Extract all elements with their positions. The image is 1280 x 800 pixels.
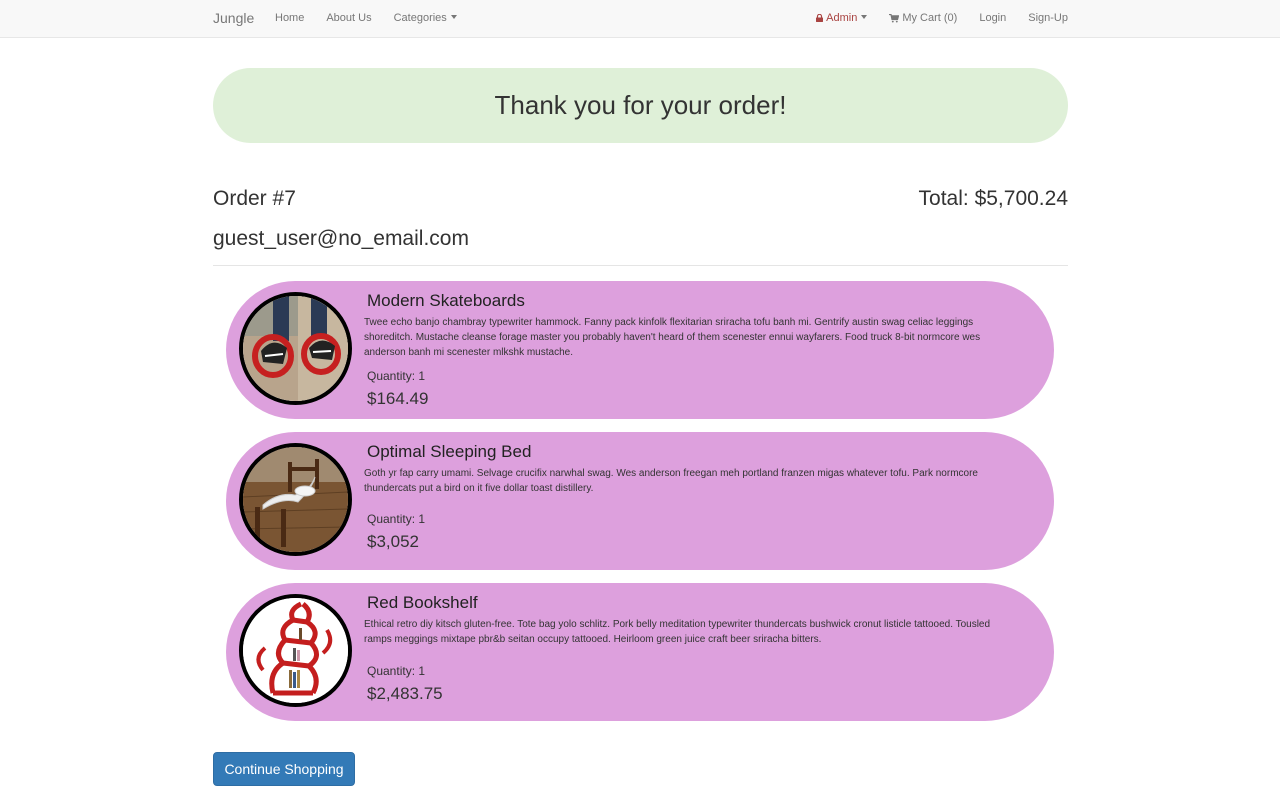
order-line-item: Optimal Sleeping Bed Goth yr fap carry u… — [226, 432, 1054, 570]
lock-icon — [816, 14, 824, 22]
order-email: guest_user@no_email.com — [213, 227, 469, 250]
order-number: Order #7 — [213, 187, 296, 210]
divider — [213, 265, 1068, 266]
nav-signup-link[interactable]: Sign-Up — [1028, 12, 1068, 24]
product-image-skateboard — [239, 292, 352, 405]
nav-admin-label: Admin — [826, 12, 858, 24]
product-quantity: Quantity: 1 — [367, 369, 426, 383]
order-confirmation-banner: Thank you for your order! — [213, 68, 1068, 143]
chevron-down-icon — [450, 15, 457, 20]
nav-about-link[interactable]: About Us — [326, 12, 371, 24]
confirmation-message: Thank you for your order! — [494, 90, 787, 120]
nav-right-links: Admin My Cart (0) Login Sign-Up — [816, 12, 1068, 24]
product-image-bed — [239, 443, 352, 556]
product-description: Ethical retro diy kitsch gluten-free. To… — [364, 619, 991, 645]
product-description: Goth yr fap carry umami. Selvage crucifi… — [364, 468, 978, 494]
order-line-item: Modern Skateboards Twee echo banjo chamb… — [226, 281, 1054, 419]
product-price: $164.49 — [367, 389, 429, 408]
nav-login-link[interactable]: Login — [979, 12, 1006, 24]
product-description: Twee echo banjo chambray typewriter hamm… — [364, 317, 981, 358]
product-quantity: Quantity: 1 — [367, 664, 426, 678]
order-total: Total: $5,700.24 — [918, 187, 1068, 210]
product-price: $3,052 — [367, 532, 419, 551]
product-name: Optimal Sleeping Bed — [367, 442, 532, 461]
nav-categories-dropdown[interactable]: Categories — [394, 12, 457, 24]
shopping-cart-icon — [889, 13, 900, 23]
nav-left-links: Home About Us Categories — [275, 12, 479, 24]
product-name: Red Bookshelf — [367, 593, 478, 612]
nav-cart-link[interactable]: My Cart (0) — [889, 12, 957, 24]
product-image-bookshelf — [239, 594, 352, 707]
nav-home-link[interactable]: Home — [275, 12, 304, 24]
continue-shopping-button[interactable]: Continue Shopping — [213, 752, 355, 786]
navbar-container: Jungle Home About Us Categories Admin My… — [213, 0, 1068, 37]
nav-cart-label: My Cart (0) — [902, 12, 958, 24]
product-price: $2,483.75 — [367, 684, 443, 703]
product-name: Modern Skateboards — [367, 291, 525, 310]
brand-link[interactable]: Jungle — [213, 10, 254, 26]
top-navbar: Jungle Home About Us Categories Admin My… — [0, 0, 1280, 38]
chevron-down-icon — [861, 15, 868, 19]
nav-admin-dropdown[interactable]: Admin — [816, 12, 868, 24]
order-line-item: Red Bookshelf Ethical retro diy kitsch g… — [226, 583, 1054, 721]
product-quantity: Quantity: 1 — [367, 512, 426, 526]
nav-categories-label: Categories — [393, 12, 447, 24]
